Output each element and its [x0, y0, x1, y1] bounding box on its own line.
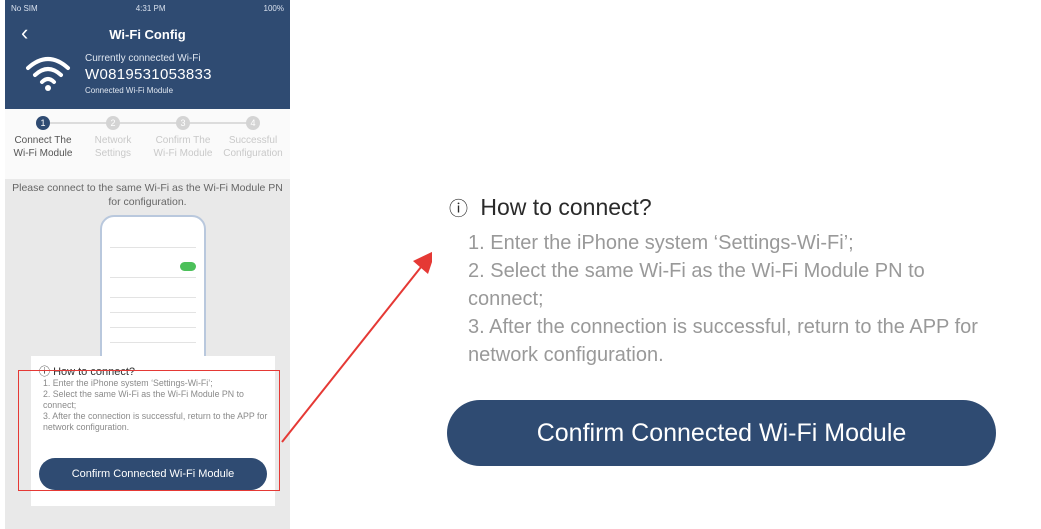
zoomed-panel: ⓘ How to connect? 1. Enter the iPhone sy…: [432, 180, 1008, 509]
warning-icon: ⓘ: [449, 199, 469, 220]
zoom-body: 1. Enter the iPhone system ‘Settings-Wi-…: [468, 229, 998, 369]
zoom-title: ⓘ How to connect?: [449, 194, 652, 221]
zoom-line-3: 3. After the connection is successful, r…: [468, 316, 978, 366]
zoom-confirm-button[interactable]: Confirm Connected Wi-Fi Module: [447, 400, 996, 466]
zoom-line-2: 2. Select the same Wi-Fi as the Wi-Fi Mo…: [468, 260, 925, 310]
zoom-title-text: How to connect?: [480, 194, 652, 220]
zoom-line-1: 1. Enter the iPhone system ‘Settings-Wi-…: [468, 232, 854, 254]
